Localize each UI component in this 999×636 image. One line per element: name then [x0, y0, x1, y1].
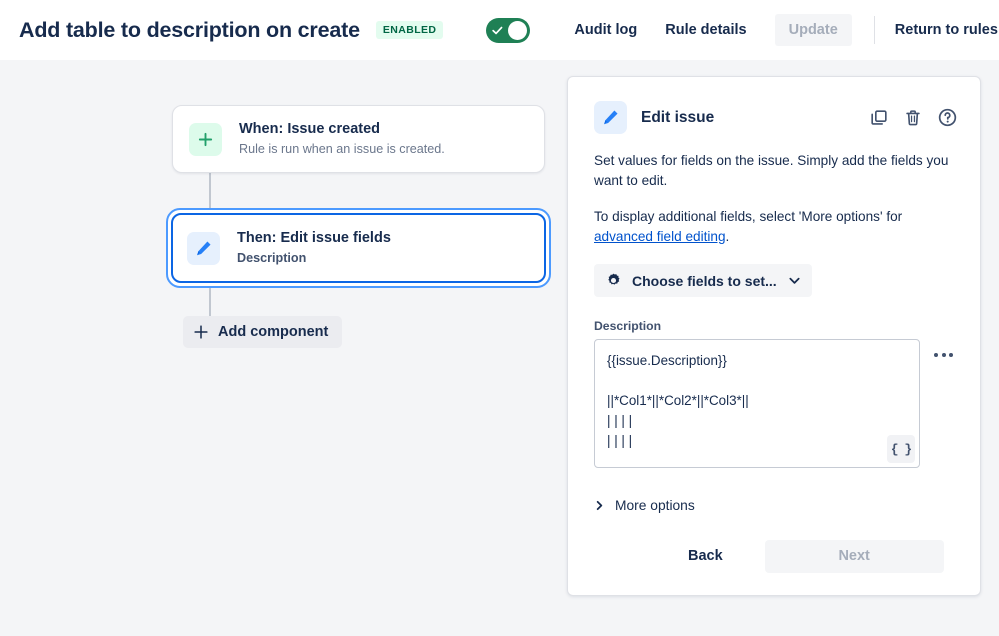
update-button[interactable]: Update — [774, 14, 852, 46]
panel-description-2: To display additional fields, select 'Mo… — [594, 207, 954, 247]
chevron-down-icon — [788, 274, 801, 287]
rule-card-subtitle: Rule is run when an issue is created. — [239, 142, 445, 157]
check-icon — [492, 26, 503, 34]
panel-footer: Back Next — [594, 539, 954, 573]
plus-icon — [189, 122, 222, 156]
nav-divider — [873, 16, 875, 44]
panel-header: Edit issue — [568, 77, 980, 134]
chevron-right-icon — [594, 500, 605, 511]
pencil-icon — [594, 101, 627, 134]
advanced-field-editing-link[interactable]: advanced field editing — [594, 229, 726, 244]
rule-card-text: When: Issue created Rule is run when an … — [239, 120, 445, 159]
add-component-label: Add component — [218, 324, 329, 340]
rule-card-title: When: Issue created — [239, 120, 381, 137]
panel-description-2-suffix: . — [725, 229, 730, 244]
choose-fields-label: Choose fields to set... — [632, 272, 777, 289]
description-textarea-value: {{issue.Description}} ||*Col1*||*Col2*||… — [607, 353, 749, 448]
panel-description-1: Set values for fields on the issue. Simp… — [594, 153, 949, 188]
more-actions-icon[interactable] — [934, 353, 953, 357]
panel-body: Set values for fields on the issue. Simp… — [568, 151, 980, 573]
panel-actions — [869, 107, 958, 128]
smart-value-button[interactable]: { } — [887, 435, 915, 463]
status-badge: ENABLED — [375, 21, 444, 39]
rule-canvas: When: Issue created Rule is run when an … — [0, 60, 567, 636]
plus-icon — [193, 324, 209, 340]
top-nav: Audit log Rule details Update Return to … — [574, 14, 998, 46]
dot — [941, 353, 946, 357]
dot — [934, 353, 938, 357]
pencil-icon — [187, 231, 220, 265]
rule-card-when[interactable]: When: Issue created Rule is run when an … — [172, 105, 545, 173]
duplicate-icon[interactable] — [869, 108, 889, 128]
rule-card-then-selection-ring: Then: Edit issue fields Description — [166, 208, 551, 288]
description-field-label: Description — [594, 319, 662, 333]
rule-card-subtitle: Description — [237, 251, 307, 266]
top-bar: Add table to description on create ENABL… — [0, 0, 999, 60]
rule-card-title: Then: Edit issue fields — [237, 229, 391, 246]
gear-icon — [605, 272, 622, 289]
nav-rule-details[interactable]: Rule details — [665, 22, 746, 38]
trash-icon[interactable] — [903, 108, 923, 128]
panel-title: Edit issue — [641, 108, 715, 126]
toggle-knob — [508, 20, 528, 40]
help-icon[interactable] — [937, 107, 958, 128]
next-button[interactable]: Next — [764, 539, 944, 573]
more-options-label: More options — [615, 498, 695, 513]
edit-issue-panel: Edit issue Set values for fields on the … — [567, 76, 981, 596]
rule-card-text: Then: Edit issue fields Description — [237, 229, 391, 268]
rule-enabled-toggle[interactable] — [486, 17, 531, 43]
description-textarea[interactable]: {{issue.Description}} ||*Col1*||*Col2*||… — [594, 339, 920, 468]
panel-description-2-prefix: To display additional fields, select 'Mo… — [594, 209, 903, 224]
back-button[interactable]: Back — [668, 539, 743, 573]
add-component-button[interactable]: Add component — [183, 316, 343, 348]
nav-audit-log[interactable]: Audit log — [574, 22, 637, 38]
rule-card-then[interactable]: Then: Edit issue fields Description — [171, 213, 546, 283]
choose-fields-dropdown[interactable]: Choose fields to set... — [594, 264, 812, 297]
description-field-row: {{issue.Description}} ||*Col1*||*Col2*||… — [594, 339, 954, 468]
return-to-rules-link[interactable]: Return to rules — [895, 22, 998, 38]
page-title: Add table to description on create — [19, 17, 360, 42]
more-options-toggle[interactable]: More options — [594, 498, 954, 513]
dot — [949, 353, 953, 357]
